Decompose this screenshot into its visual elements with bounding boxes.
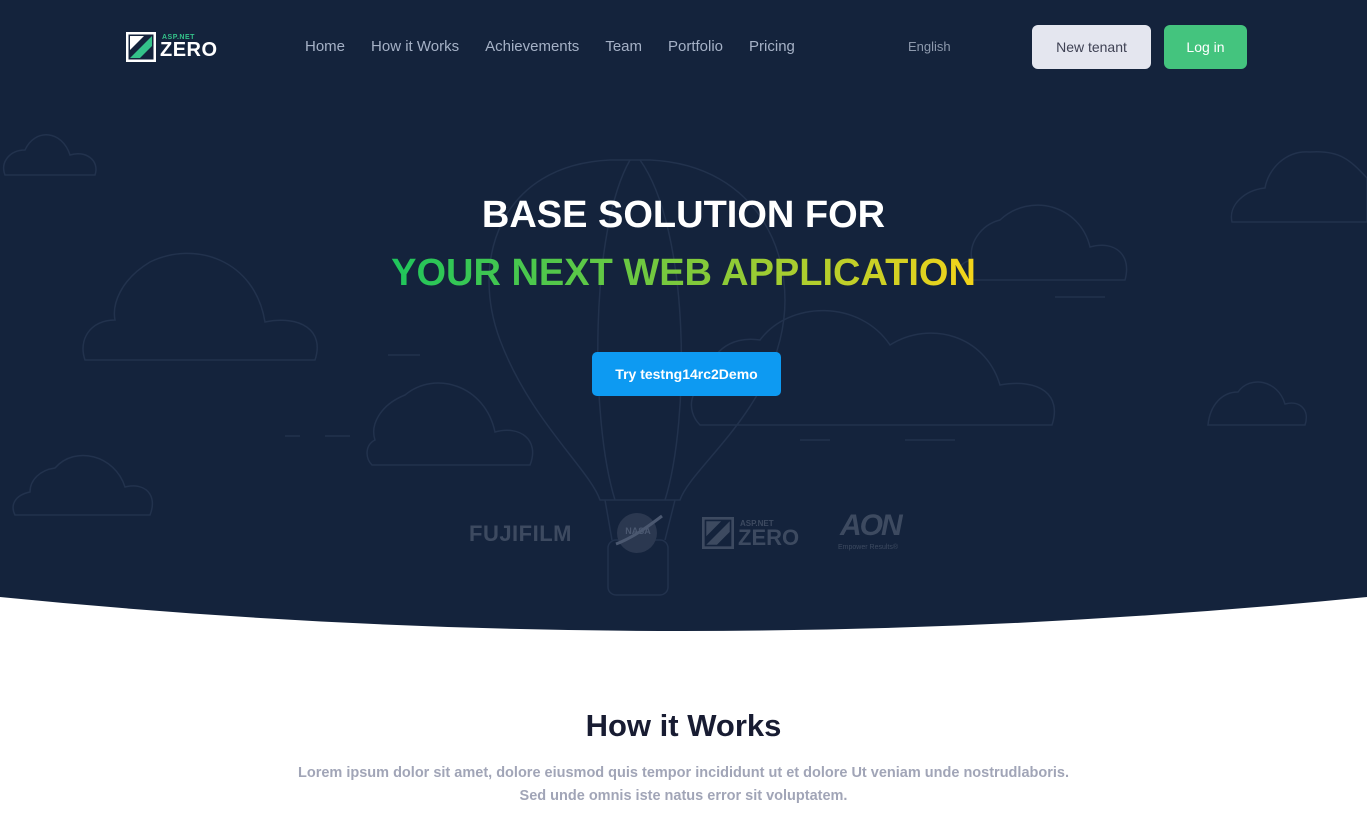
how-it-works-description-line2: Sed unde omnis iste natus error sit volu…	[519, 788, 848, 804]
hero-headline-line1: BASE SOLUTION FOR	[481, 194, 886, 236]
aspnet-zero-partner-logo: ASP.NET ZERO	[702, 517, 799, 549]
how-it-works-description: Lorem ipsum dolor sit amet, dolore eiusm…	[260, 762, 1107, 808]
language-selector[interactable]: English	[908, 39, 951, 55]
login-button[interactable]: Log in	[1164, 25, 1247, 69]
hero-headline-line2: YOUR NEXT WEB APPLICATION	[0, 250, 1367, 296]
new-tenant-button[interactable]: New tenant	[1032, 25, 1151, 69]
logo-mark-icon	[126, 32, 156, 62]
try-demo-button[interactable]: Try testng14rc2Demo	[592, 352, 781, 396]
fujifilm-logo: FUJIFILM	[469, 521, 572, 546]
how-it-works-description-line1: Lorem ipsum dolor sit amet, dolore eiusm…	[298, 765, 1069, 781]
nav-portfolio[interactable]: Portfolio	[668, 37, 723, 57]
aspnet-zero-partner-icon	[702, 517, 734, 549]
nav-achievements[interactable]: Achievements	[485, 37, 579, 57]
aspnet-zero-logo[interactable]: ASP.NET ZERO	[126, 32, 218, 62]
nav-home[interactable]: Home	[305, 37, 345, 57]
aon-logo: AON	[840, 509, 903, 542]
main-nav: Home How it Works Achievements Team Port…	[305, 37, 821, 57]
aon-tagline: Empower Results®	[838, 544, 899, 551]
nav-how-it-works[interactable]: How it Works	[371, 37, 459, 57]
nav-pricing[interactable]: Pricing	[749, 37, 795, 57]
nasa-logo-text: NASA	[625, 526, 651, 536]
top-navigation-bar: ASP.NET ZERO Home How it Works Achieveme…	[0, 0, 1367, 94]
partner-logos: FUJIFILM NASA ASP.NET ZERO AON Empower R…	[0, 505, 1367, 565]
hero-section: ASP.NET ZERO Home How it Works Achieveme…	[0, 0, 1367, 640]
how-it-works-title: How it Works	[585, 708, 782, 743]
logo-big-text: ZERO	[160, 39, 218, 61]
nav-team[interactable]: Team	[605, 37, 642, 57]
aspnet-zero-partner-big: ZERO	[738, 524, 800, 550]
hero-headline-gradient-text: YOUR NEXT WEB APPLICATION	[391, 252, 976, 294]
